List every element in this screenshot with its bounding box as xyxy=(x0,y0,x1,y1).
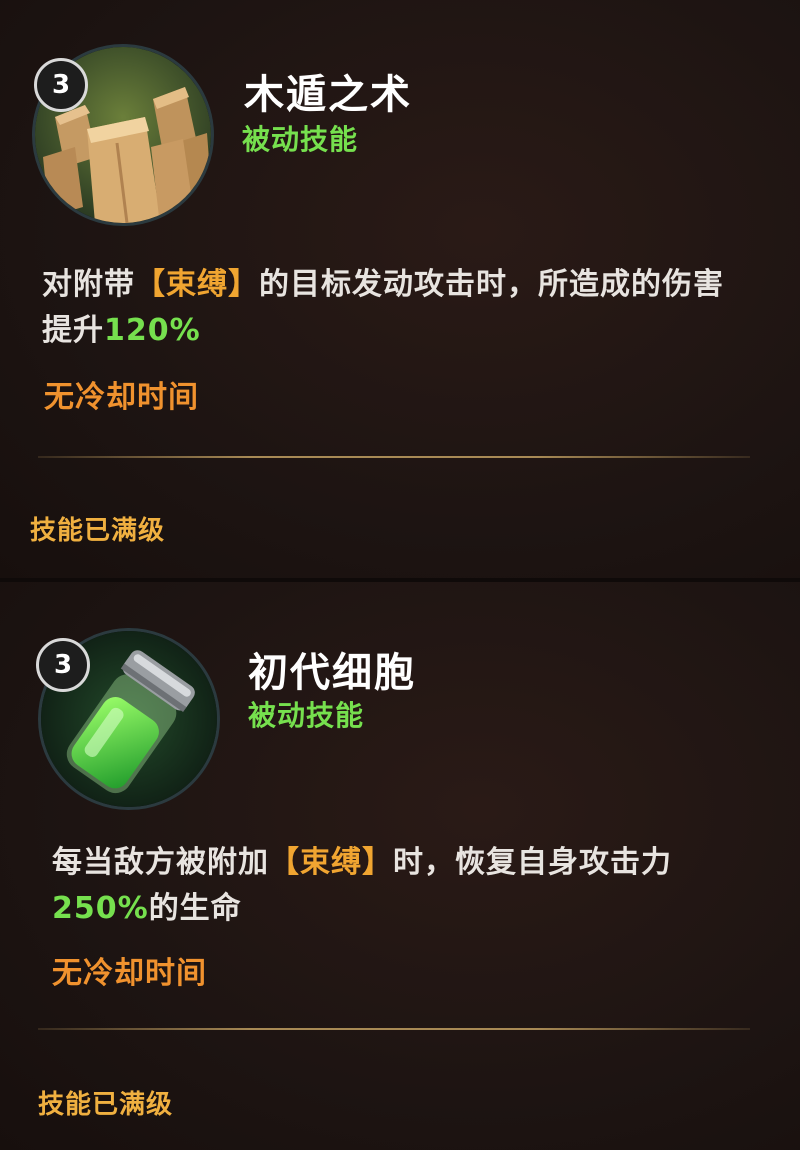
desc-prefix: 每当敌方被附加 xyxy=(52,845,269,880)
cooldown-text: 无冷却时间 xyxy=(52,956,207,991)
skill-type: 被动技能 xyxy=(242,123,359,156)
skill-card-first-cell: 3 初代细胞 被动技能 每当敌方被附加【束缚】时，恢复自身攻击力250%的生命 … xyxy=(0,582,800,1150)
divider xyxy=(38,1028,750,1030)
desc-suffix: 的生命 xyxy=(148,891,242,926)
skill-description: 每当敌方被附加【束缚】时，恢复自身攻击力 250%的生命 xyxy=(52,840,752,932)
level-badge: 3 xyxy=(34,58,88,112)
skill-description: 对附带【束缚】的目标发动攻击时，所造成的伤害提升120% xyxy=(42,262,742,354)
skill-type: 被动技能 xyxy=(248,699,365,732)
desc-middle: 时，恢复自身攻击力 xyxy=(393,845,672,880)
damage-percent: 120% xyxy=(104,313,201,348)
bind-keyword: 【束缚】 xyxy=(135,267,259,302)
divider xyxy=(38,456,750,458)
desc-prefix: 对附带 xyxy=(42,267,135,302)
heal-percent: 250% xyxy=(52,891,149,926)
level-badge: 3 xyxy=(36,638,90,692)
skill-name: 初代细胞 xyxy=(248,650,416,696)
cooldown-text: 无冷却时间 xyxy=(44,380,199,415)
skill-card-mudun: 3 木遁之术 被动技能 对附带【束缚】的目标发动攻击时，所造成的伤害提升120%… xyxy=(0,0,800,578)
skill-maxed-status: 技能已满级 xyxy=(38,1090,174,1120)
skill-name: 木遁之术 xyxy=(244,72,412,118)
bind-keyword: 【束缚】 xyxy=(269,845,393,880)
skill-maxed-status: 技能已满级 xyxy=(30,516,166,546)
